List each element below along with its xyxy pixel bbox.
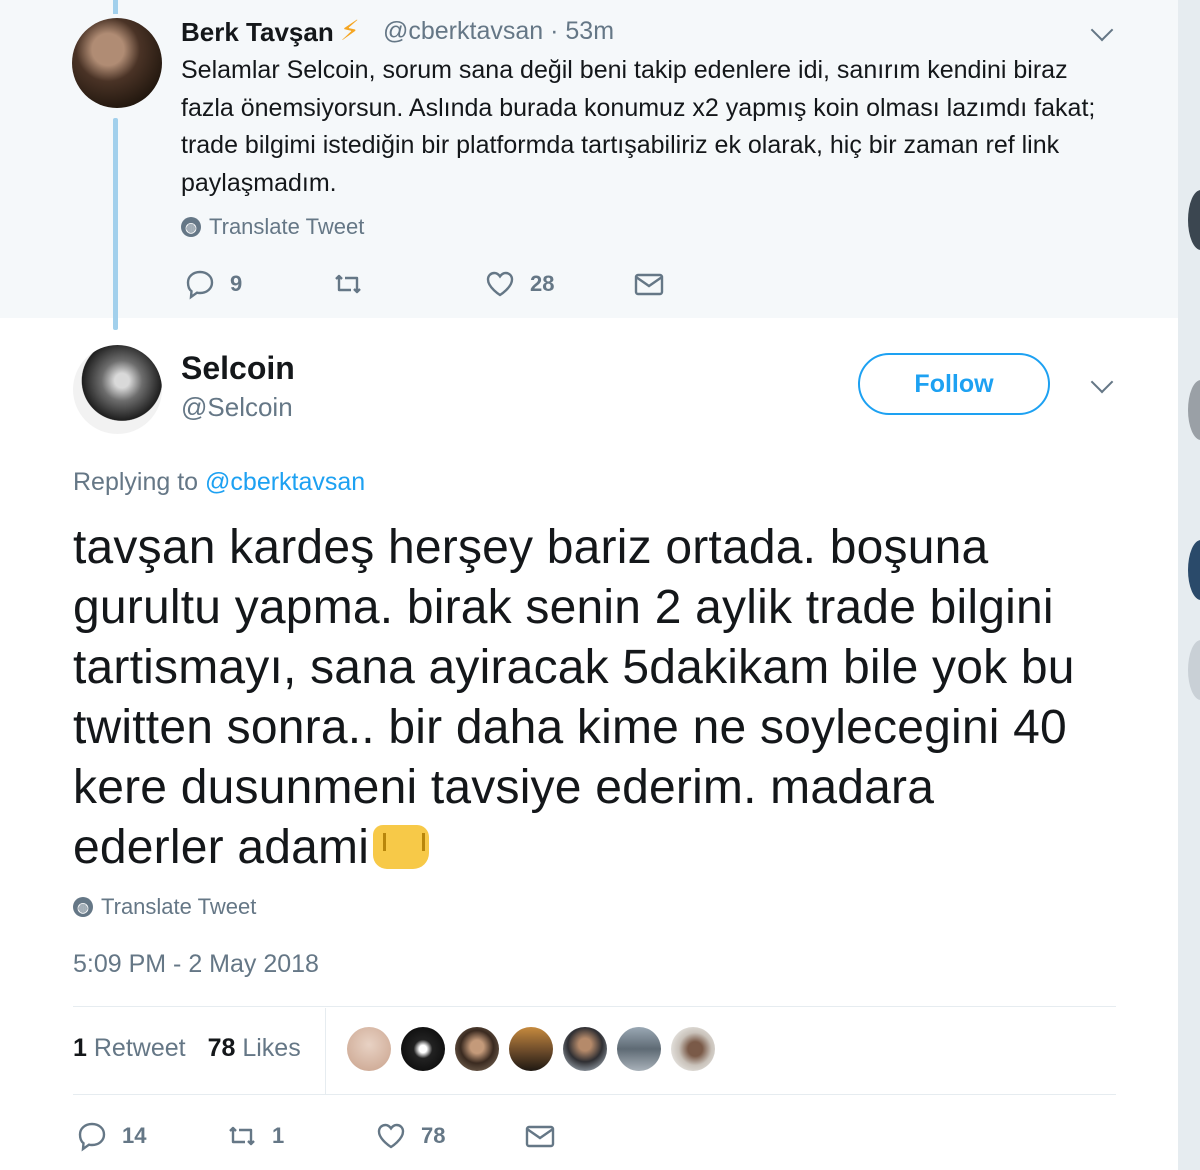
parent-handle-time[interactable]: @cberktavsan · 53m bbox=[383, 17, 614, 46]
parent-dm-button[interactable] bbox=[633, 268, 665, 300]
retweet-icon bbox=[229, 1126, 255, 1146]
translate-label: Translate Tweet bbox=[101, 894, 257, 919]
liker-avatar[interactable] bbox=[347, 1027, 391, 1071]
like-stat[interactable]: 78 Likes bbox=[208, 1034, 301, 1063]
author-name[interactable]: Selcoin bbox=[181, 350, 295, 387]
liker-avatar[interactable] bbox=[671, 1027, 715, 1071]
chevron-down-icon[interactable] bbox=[1090, 18, 1114, 42]
tweet-stats: 1 Retweet 78 Likes bbox=[73, 1034, 301, 1063]
globe-icon: ◍ bbox=[181, 217, 201, 237]
heart-icon bbox=[486, 271, 514, 297]
dm-button[interactable] bbox=[524, 1120, 556, 1152]
parent-tweet-text: Selamlar Selcoin, sorum sana değil beni … bbox=[181, 56, 1096, 197]
liker-avatar[interactable] bbox=[563, 1027, 607, 1071]
tweet-detail: Berk Tavşan ⚡ @cberktavsan · 53m Selamla… bbox=[0, 0, 1178, 1170]
replying-prefix: Replying to bbox=[73, 468, 199, 496]
parent-author-name[interactable]: Berk Tavşan bbox=[181, 17, 334, 48]
retweet-stat-label: Retweet bbox=[93, 1034, 186, 1062]
thread-line bbox=[113, 118, 118, 330]
lightning-emoji-icon: ⚡ bbox=[340, 15, 360, 46]
like-stat-count: 78 bbox=[207, 1034, 236, 1062]
divider bbox=[73, 1094, 1116, 1095]
sidebar-avatar-fragment bbox=[1188, 380, 1200, 440]
author-handle[interactable]: @Selcoin bbox=[181, 392, 293, 423]
parent-avatar[interactable] bbox=[72, 18, 162, 108]
retweet-count: 1 bbox=[272, 1123, 285, 1148]
envelope-icon bbox=[634, 273, 664, 296]
liker-avatar[interactable] bbox=[617, 1027, 661, 1071]
like-count: 78 bbox=[421, 1123, 446, 1148]
translate-label: Translate Tweet bbox=[209, 214, 365, 239]
divider bbox=[73, 1006, 1116, 1007]
parent-like-count: 28 bbox=[530, 271, 555, 296]
translate-link[interactable]: ◍ Translate Tweet bbox=[73, 894, 256, 920]
parent-like-button[interactable]: 28 bbox=[484, 268, 554, 300]
selcoin-avatar[interactable] bbox=[73, 345, 162, 434]
reply-count: 14 bbox=[122, 1123, 147, 1148]
likers-avatars bbox=[347, 1027, 715, 1071]
stats-divider bbox=[325, 1008, 326, 1094]
retweet-stat-count: 1 bbox=[73, 1034, 87, 1062]
envelope-icon bbox=[525, 1125, 555, 1148]
liker-avatar[interactable] bbox=[509, 1027, 553, 1071]
sidebar-avatar-fragment bbox=[1188, 190, 1200, 250]
tweet-text: tavşan kardeş herşey bariz ortada. boşun… bbox=[73, 518, 1093, 878]
reply-button[interactable]: 14 bbox=[76, 1120, 146, 1152]
tweet-timestamp[interactable]: 5:09 PM - 2 May 2018 bbox=[73, 950, 319, 979]
retweet-stat[interactable]: 1 Retweet bbox=[73, 1034, 186, 1063]
parent-reply-count: 9 bbox=[230, 271, 243, 296]
liker-avatar[interactable] bbox=[455, 1027, 499, 1071]
parent-tweet[interactable]: Berk Tavşan ⚡ @cberktavsan · 53m Selamla… bbox=[0, 0, 1178, 318]
liker-avatar[interactable] bbox=[401, 1027, 445, 1071]
parent-translate-link[interactable]: ◍ Translate Tweet bbox=[181, 214, 364, 240]
like-button[interactable]: 78 bbox=[375, 1120, 445, 1152]
follow-button[interactable]: Follow bbox=[858, 353, 1050, 415]
replying-handle-link[interactable]: @cberktavsan bbox=[205, 468, 365, 496]
chevron-down-icon[interactable] bbox=[1090, 370, 1114, 394]
retweet-button[interactable]: 1 bbox=[226, 1120, 284, 1152]
replying-to: Replying to @cberktavsan bbox=[73, 468, 365, 497]
right-sidebar-cropped bbox=[1178, 0, 1200, 1170]
retweet-icon bbox=[335, 274, 361, 294]
fist-emoji-icon bbox=[373, 825, 430, 869]
heart-icon bbox=[377, 1123, 405, 1149]
thread-line-top bbox=[113, 0, 118, 14]
reply-icon bbox=[186, 270, 214, 300]
tweet-text-body: tavşan kardeş herşey bariz ortada. boşun… bbox=[73, 521, 1075, 874]
sidebar-avatar-fragment bbox=[1188, 640, 1200, 700]
reply-icon bbox=[78, 1122, 106, 1152]
sidebar-avatar-fragment bbox=[1188, 540, 1200, 600]
like-stat-label: Likes bbox=[242, 1034, 301, 1062]
parent-retweet-button[interactable] bbox=[332, 268, 378, 300]
globe-icon: ◍ bbox=[73, 897, 93, 917]
parent-reply-button[interactable]: 9 bbox=[184, 268, 242, 300]
